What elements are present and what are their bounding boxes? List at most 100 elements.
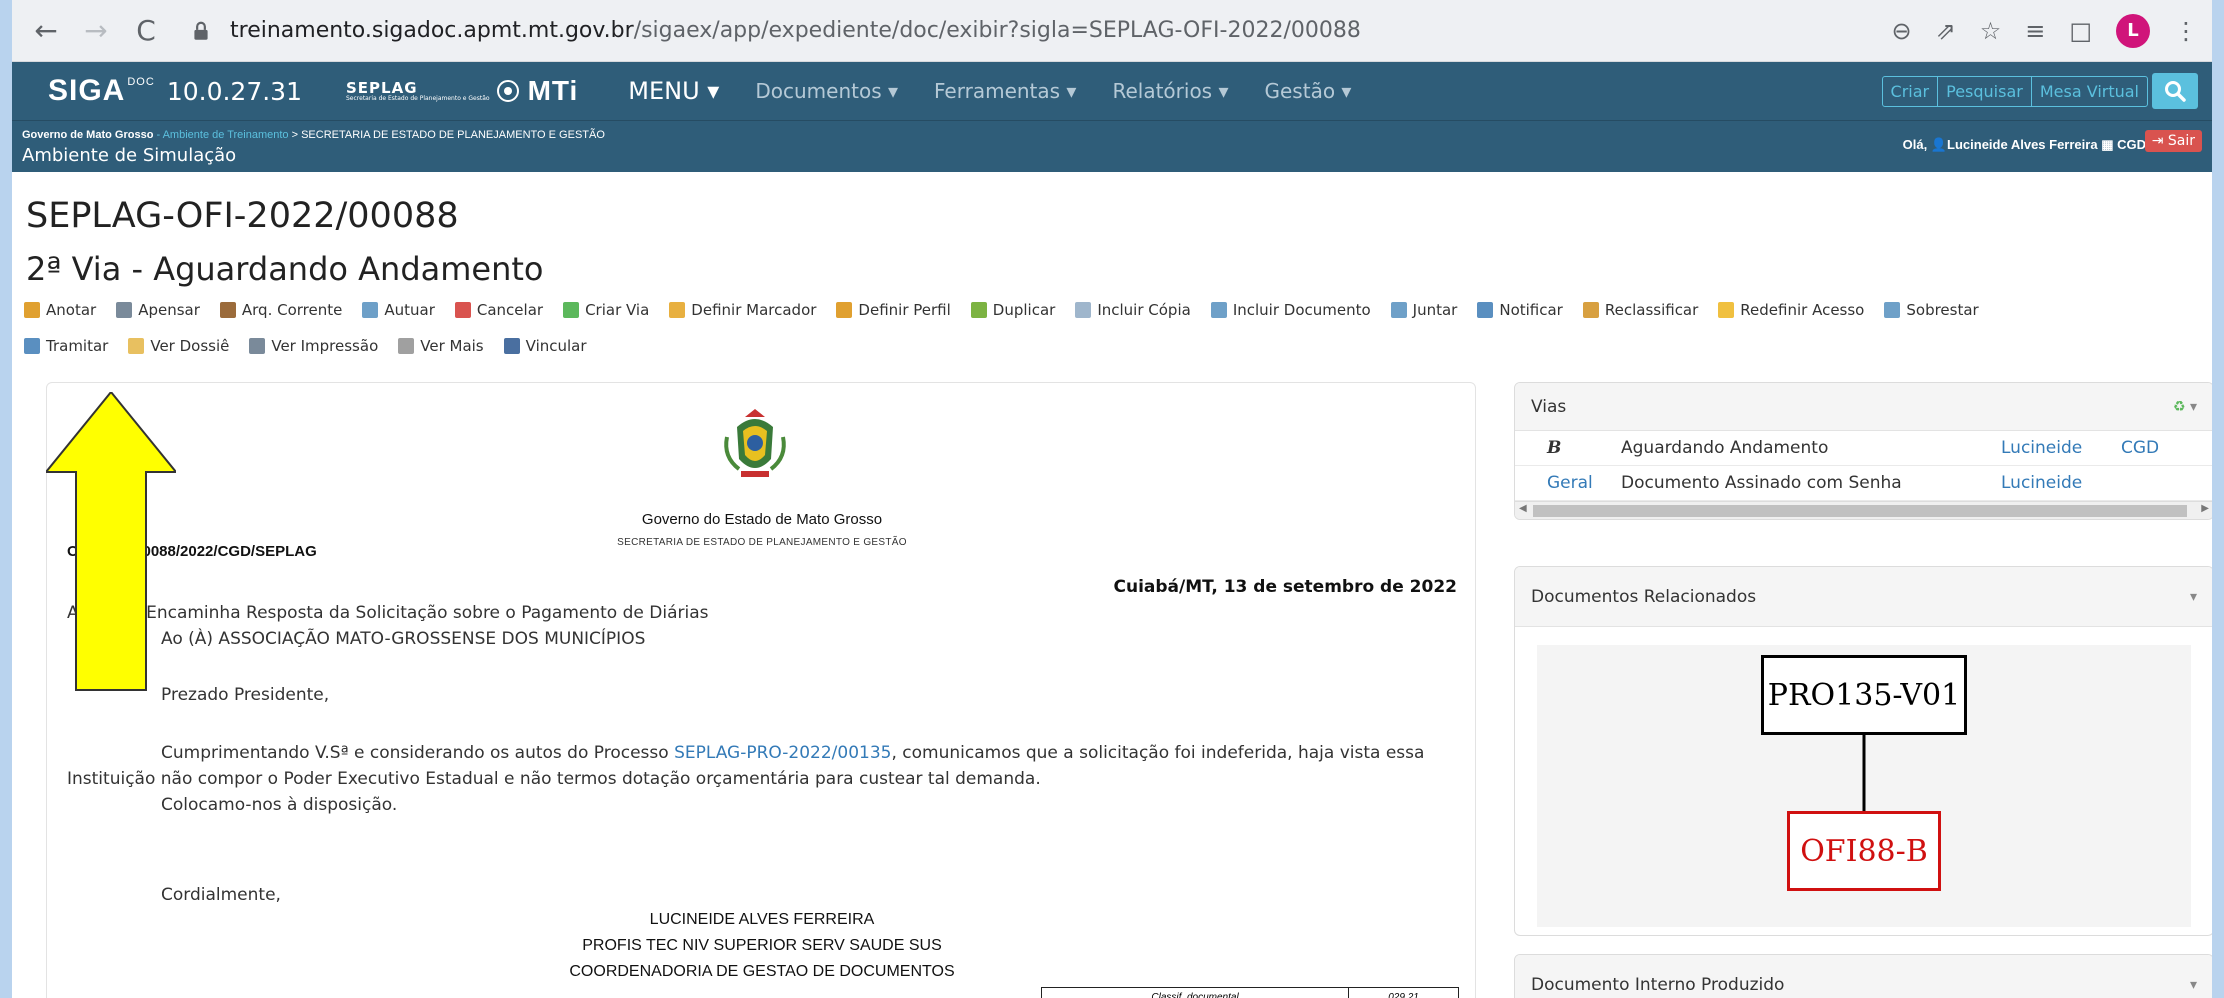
- refresh-icon[interactable]: ♻: [2173, 399, 2186, 415]
- ver-impressao-button[interactable]: Ver Impressão: [249, 337, 378, 355]
- tramitar-icon: [24, 338, 40, 354]
- scrollbar-thumb[interactable]: [1533, 505, 2187, 517]
- user-name: Lucineide Alves Ferreira: [1947, 137, 2098, 152]
- criar-via-button[interactable]: Criar Via: [563, 301, 649, 319]
- state-seal-icon: [496, 80, 519, 102]
- browser-menu-icon[interactable]: ⋮: [2174, 17, 2198, 45]
- table-row[interactable]: Geral Documento Assinado com Senha Lucin…: [1515, 465, 2212, 501]
- ver-mais-button[interactable]: Ver Mais: [398, 337, 484, 355]
- ver-dossie-icon: [128, 338, 145, 354]
- arq-corrente-label: Arq. Corrente: [241, 301, 343, 319]
- juntar-button[interactable]: Juntar: [1390, 301, 1457, 319]
- greeting-prefix: Olá,: [1902, 137, 1931, 152]
- scroll-right-icon[interactable]: ▶: [2201, 503, 2209, 514]
- share-icon[interactable]: ⇗: [1936, 17, 1956, 45]
- cancelar-label: Cancelar: [476, 301, 544, 319]
- pesquisar-button[interactable]: Pesquisar: [1938, 76, 2032, 106]
- notificar-button[interactable]: Notificar: [1477, 301, 1563, 319]
- incluir-copia-button[interactable]: Incluir Cópia: [1075, 301, 1191, 319]
- duplicar-button[interactable]: Duplicar: [970, 301, 1056, 319]
- via-unit-link[interactable]: CGD: [2111, 431, 2212, 466]
- process-link[interactable]: SEPLAG-PRO-2022/00135: [674, 743, 891, 763]
- autuar-icon: [362, 302, 379, 318]
- via-unit-link[interactable]: [2111, 465, 2212, 501]
- definir-marcador-button[interactable]: Definir Marcador: [669, 301, 816, 319]
- menu-relatorios[interactable]: Relatórios ▾: [1112, 79, 1228, 103]
- address-bar[interactable]: treinamento.sigadoc.apmt.mt.gov.br/sigae…: [190, 18, 1891, 43]
- user-icon: 👤: [1930, 137, 1948, 152]
- redefinir-acesso-label: Redefinir Acesso: [1740, 301, 1865, 319]
- anotar-button[interactable]: Anotar: [24, 301, 96, 319]
- graph-node-current[interactable]: OFI88-B: [1787, 811, 1941, 891]
- via-user-link[interactable]: Lucineide: [1991, 431, 2111, 466]
- cancelar-button[interactable]: Cancelar: [454, 301, 544, 319]
- letter-date: Cuiabá/MT, 13 de setembro de 2022: [1113, 577, 1458, 597]
- collapse-icon[interactable]: ▾: [2190, 589, 2197, 605]
- via-status: Documento Assinado com Senha: [1611, 465, 1991, 501]
- menu-gestao[interactable]: Gestão ▾: [1265, 79, 1352, 103]
- notificar-label: Notificar: [1499, 301, 1563, 319]
- back-arrow-icon[interactable]: ←: [26, 11, 66, 51]
- redefinir-acesso-button[interactable]: Redefinir Acesso: [1718, 301, 1864, 319]
- reclassificar-button[interactable]: Reclassificar: [1582, 301, 1698, 319]
- signer-name: LUCINEIDE ALVES FERREIRA: [649, 911, 875, 928]
- incluir-documento-icon: [1210, 302, 1227, 318]
- vincular-button[interactable]: Vincular: [503, 337, 587, 355]
- apensar-button[interactable]: Apensar: [116, 301, 200, 319]
- vincular-label: Vincular: [525, 337, 587, 355]
- main-menu-button[interactable]: MENU ▾: [628, 77, 719, 105]
- reading-list-icon[interactable]: ≡: [2025, 17, 2045, 45]
- reload-icon[interactable]: C: [126, 11, 166, 51]
- duplicar-label: Duplicar: [992, 301, 1056, 319]
- scroll-left-icon[interactable]: ◀: [1519, 503, 1527, 514]
- via-user-link[interactable]: Lucineide: [1991, 465, 2111, 501]
- mesa-virtual-button[interactable]: Mesa Virtual: [2032, 77, 2147, 106]
- forward-arrow-icon[interactable]: →: [76, 11, 116, 51]
- horizontal-scrollbar[interactable]: ◀ ▶: [1515, 501, 2212, 519]
- vias-table: B Aguardando Andamento Lucineide CGD Ger…: [1515, 431, 2212, 501]
- environment-label: Ambiente de Simulação: [22, 145, 237, 166]
- user-unit: CGD: [2117, 137, 2146, 152]
- search-icon: [2165, 81, 2186, 102]
- duplicar-icon: [970, 302, 987, 318]
- side-panel-icon[interactable]: □: [2069, 17, 2092, 45]
- sobrestar-button[interactable]: Sobrestar: [1884, 301, 1979, 319]
- profile-avatar[interactable]: L: [2116, 13, 2150, 48]
- breadcrumb-environment: - Ambiente de Treinamento: [153, 129, 289, 141]
- definir-perfil-label: Definir Perfil: [858, 301, 951, 319]
- siga-logo[interactable]: SIGA DOC: [48, 74, 155, 108]
- graph-node-parent[interactable]: PRO135-V01: [1761, 655, 1967, 735]
- internal-title: Documento Interno Produzido: [1531, 974, 1785, 995]
- url-host: treinamento.sigadoc.apmt.mt.gov.br: [230, 18, 634, 43]
- signer-unit: COORDENADORIA DE GESTAO DE DOCUMENTOS: [569, 963, 955, 980]
- letter-closing: Cordialmente,: [161, 885, 281, 905]
- arq-corrente-button[interactable]: Arq. Corrente: [219, 301, 343, 319]
- tramitar-button[interactable]: Tramitar: [24, 337, 108, 355]
- quick-actions: Criar Pesquisar Mesa Virtual: [1881, 75, 2148, 107]
- vias-controls[interactable]: ♻ ▾: [2173, 399, 2197, 415]
- via-status: Aguardando Andamento: [1611, 431, 1991, 466]
- table-row[interactable]: B Aguardando Andamento Lucineide CGD: [1515, 431, 2212, 466]
- letter-body-line1: Cumprimentando V.Sª e considerando os au…: [161, 743, 1424, 763]
- via-letter[interactable]: Geral: [1515, 465, 1611, 501]
- letter-body-line2: Instituição não compor o Poder Executivo…: [67, 769, 1041, 789]
- bookmark-star-icon[interactable]: ☆: [1980, 17, 2002, 45]
- apensar-icon: [116, 302, 133, 318]
- incluir-documento-button[interactable]: Incluir Documento: [1210, 301, 1371, 319]
- criar-button[interactable]: Criar: [1883, 76, 1939, 106]
- actions-row-1: Anotar Apensar Arq. Corrente Autuar Cancelar…: [24, 292, 2212, 328]
- logout-button[interactable]: ⇥ Sair: [2144, 130, 2202, 152]
- autuar-button[interactable]: Autuar: [362, 301, 435, 319]
- ver-dossie-button[interactable]: Ver Dossiê: [128, 337, 229, 355]
- definir-perfil-button[interactable]: Definir Perfil: [836, 301, 951, 319]
- breadcrumb-government[interactable]: Governo de Mato Grosso: [22, 129, 153, 141]
- criar-via-icon: [563, 302, 580, 318]
- search-button[interactable]: [2152, 73, 2198, 109]
- menu-documentos[interactable]: Documentos ▾: [755, 79, 898, 103]
- letter-salutation: Prezado Presidente,: [161, 685, 330, 705]
- menu-ferramentas[interactable]: Ferramentas ▾: [934, 79, 1076, 103]
- ver-dossie-label: Ver Dossiê: [150, 337, 230, 355]
- zoom-icon[interactable]: ⊖: [1891, 17, 1911, 45]
- collapse-icon[interactable]: ▾: [2190, 977, 2197, 993]
- body-text-end: , comunicamos que a solicitação foi inde…: [891, 743, 1425, 763]
